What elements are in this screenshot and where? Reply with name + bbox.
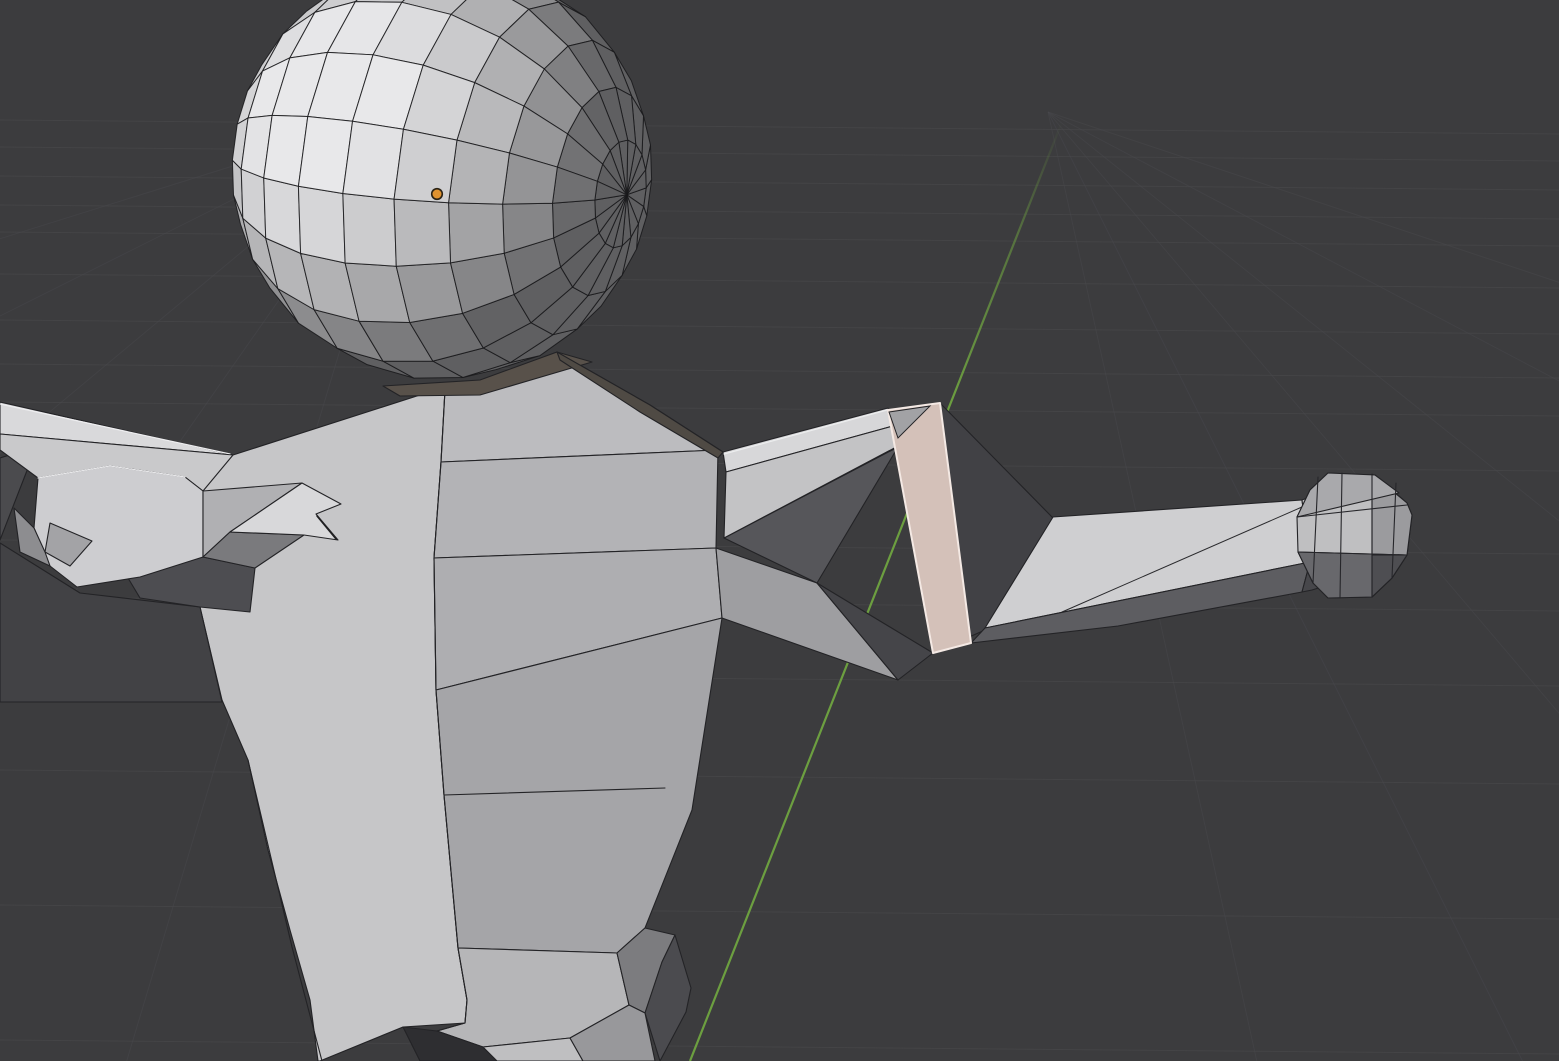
origin-vertex-marker[interactable]	[433, 190, 442, 199]
head-face[interactable]	[298, 186, 345, 263]
head-face[interactable]	[394, 129, 457, 202]
head-face[interactable]	[394, 199, 450, 266]
origin-vertex-dot[interactable]	[431, 188, 443, 200]
viewport-canvas	[0, 0, 1559, 1061]
head-face[interactable]	[343, 193, 396, 266]
head-face[interactable]	[449, 203, 505, 263]
torso-blade-band-face[interactable]	[434, 450, 718, 558]
blender-3d-viewport	[0, 0, 1559, 1061]
head-face[interactable]	[343, 121, 404, 199]
